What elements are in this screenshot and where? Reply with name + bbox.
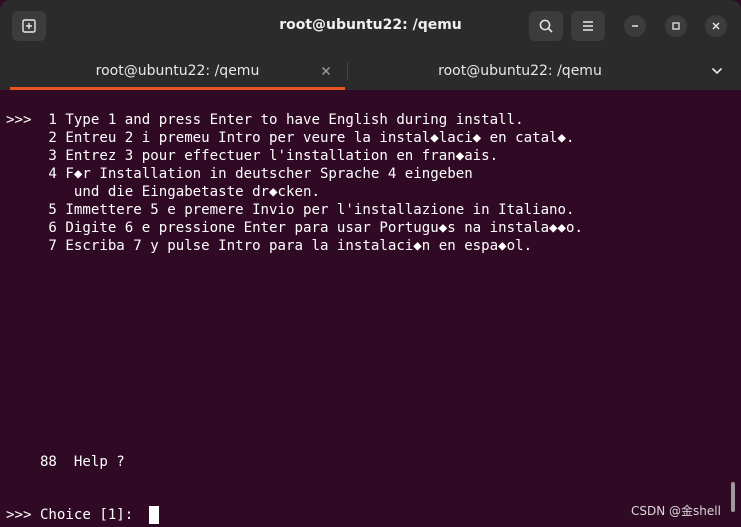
terminal-window: root@ubuntu22: /qemu root@ubuntu22: /qem…: [0, 0, 741, 527]
minimize-icon: [632, 25, 638, 27]
text-cursor: [149, 506, 159, 524]
tab-1-label: root@ubuntu22: /qemu: [95, 63, 260, 79]
new-tab-icon: [22, 19, 36, 33]
close-icon: [712, 22, 720, 30]
terminal-line: 6 Digite 6 e pressione Enter para usar P…: [6, 220, 583, 236]
terminal-line: 5 Immettere 5 e premere Invio per l'inst…: [6, 202, 575, 218]
maximize-icon: [672, 22, 680, 30]
tab-bar: root@ubuntu22: /qemu root@ubuntu22: /qem…: [0, 52, 741, 90]
terminal-line: 4 F◆r Installation in deutscher Sprache …: [6, 166, 473, 182]
tab-2[interactable]: root@ubuntu22: /qemu: [350, 52, 690, 90]
help-line: 88 Help ?: [6, 454, 125, 470]
hamburger-menu-icon: [583, 21, 593, 31]
minimize-button[interactable]: [624, 15, 646, 37]
terminal-line: und die Eingabetaste dr◆cken.: [6, 184, 320, 200]
terminal-line: 7 Escriba 7 y pulse Intro para la instal…: [6, 238, 533, 254]
search-icon: [539, 19, 553, 33]
maximize-button[interactable]: [665, 15, 687, 37]
new-tab-button[interactable]: [12, 11, 46, 41]
scrollbar-thumb[interactable]: [731, 482, 735, 512]
terminal-line: 2 Entreu 2 i premeu Intro per veure la i…: [6, 130, 575, 146]
chevron-down-icon: [711, 67, 723, 75]
terminal-output[interactable]: >>> 1 Type 1 and press Enter to have Eng…: [0, 90, 741, 527]
header-bar: root@ubuntu22: /qemu: [0, 0, 741, 52]
close-icon: [322, 67, 330, 75]
close-button[interactable]: [705, 15, 727, 37]
tab-separator: [347, 62, 348, 80]
tab-2-label: root@ubuntu22: /qemu: [438, 63, 602, 79]
watermark: CSDN @金shell: [631, 504, 721, 518]
menu-button[interactable]: [571, 11, 605, 41]
tab-list-dropdown[interactable]: [706, 62, 728, 80]
search-button[interactable]: [529, 11, 563, 41]
terminal-line: 3 Entrez 3 pour effectuer l'installation…: [6, 148, 499, 164]
terminal-line: >>> 1 Type 1 and press Enter to have Eng…: [6, 112, 524, 128]
choice-prompt: >>> Choice [1]:: [6, 507, 142, 523]
tab-1-close-button[interactable]: [318, 63, 334, 79]
tab-1[interactable]: root@ubuntu22: /qemu: [10, 52, 345, 90]
